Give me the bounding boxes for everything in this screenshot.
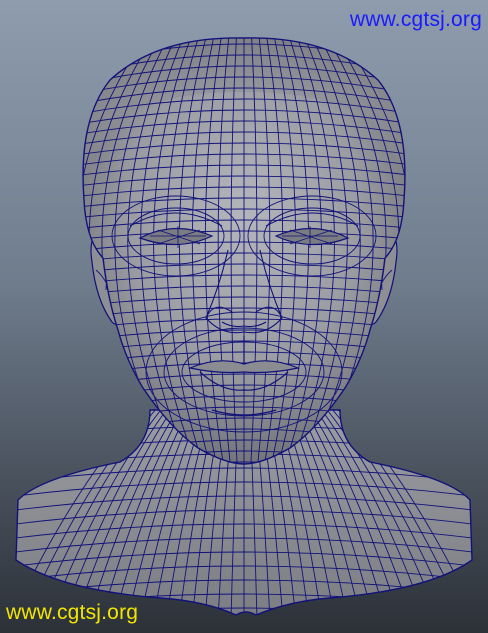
face-mesh bbox=[82, 37, 406, 465]
watermark-top: www.cgtsj.org bbox=[349, 8, 482, 31]
head-wireframe-model bbox=[15, 37, 473, 616]
3d-viewport[interactable]: www.cgtsj.org www.cgtsj.org bbox=[0, 0, 488, 633]
watermark-bottom: www.cgtsj.org bbox=[6, 601, 139, 624]
